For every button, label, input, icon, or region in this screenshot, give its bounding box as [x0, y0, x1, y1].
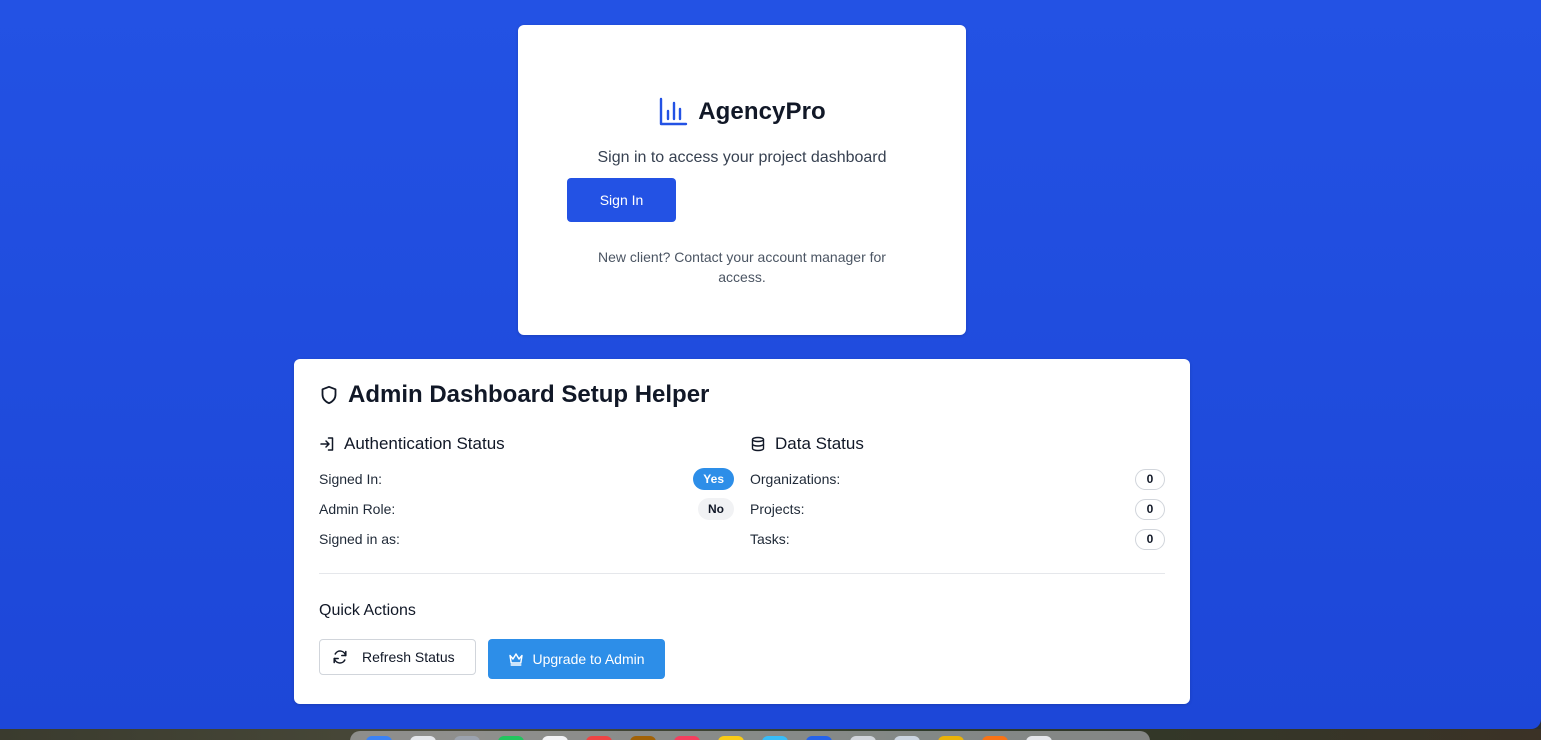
- sign-in-button[interactable]: Sign In: [567, 178, 676, 222]
- brand-name: AgencyPro: [698, 98, 826, 125]
- data-status-heading-text: Data Status: [775, 434, 864, 453]
- dock-app-icon[interactable]: [674, 736, 700, 740]
- dock-app-icon[interactable]: [762, 736, 788, 740]
- stat-label: Signed In:: [319, 471, 383, 487]
- projects-count-badge: 0: [1135, 498, 1165, 520]
- refresh-icon: [333, 650, 347, 664]
- dock-app-icon[interactable]: [938, 736, 964, 740]
- stat-label: Tasks:: [750, 531, 790, 547]
- signin-note: New client? Contact your account manager…: [598, 249, 886, 285]
- stat-row-admin-role: Admin Role: No: [319, 498, 734, 520]
- crown-icon: [509, 653, 524, 666]
- stat-label: Signed in as:: [319, 531, 400, 547]
- refresh-status-button[interactable]: Refresh Status: [319, 639, 476, 675]
- auth-status-section: Authentication Status Signed In: Yes Adm…: [319, 434, 734, 550]
- shield-icon: [321, 385, 337, 405]
- stat-row-signed-in: Signed In: Yes: [319, 468, 734, 490]
- organizations-count-badge: 0: [1135, 468, 1165, 490]
- auth-status-heading: Authentication Status: [319, 434, 734, 454]
- dock-app-icon[interactable]: [894, 736, 920, 740]
- auth-status-list: Signed In: Yes Admin Role: No Signed in …: [319, 468, 734, 550]
- bar-chart-icon: [659, 97, 688, 126]
- stat-label: Organizations:: [750, 471, 841, 487]
- dock-app-icon[interactable]: [410, 736, 436, 740]
- admin-helper-card: Admin Dashboard Setup Helper Authenticat…: [294, 359, 1190, 704]
- quick-actions-heading: Quick Actions: [319, 602, 416, 619]
- dock-app-icon[interactable]: [1026, 736, 1052, 740]
- dock-app-icon[interactable]: [586, 736, 612, 740]
- sign-in-icon: [320, 437, 334, 451]
- stat-row-signed-in-as: Signed in as:: [319, 528, 734, 550]
- signin-card: AgencyPro Sign in to access your project…: [518, 25, 966, 335]
- signin-subtitle: Sign in to access your project dashboard: [597, 149, 887, 166]
- upgrade-to-admin-button[interactable]: Upgrade to Admin: [488, 639, 665, 679]
- data-status-section: Data Status Organizations: 0 Projects: 0…: [750, 434, 1165, 550]
- dock-app-icon[interactable]: [542, 736, 568, 740]
- dock-app-icon[interactable]: [718, 736, 744, 740]
- stat-row-projects: Projects: 0: [750, 498, 1165, 520]
- dock-app-icon[interactable]: [498, 736, 524, 740]
- stat-row-organizations: Organizations: 0: [750, 468, 1165, 490]
- brand: AgencyPro: [518, 97, 966, 127]
- stat-label: Projects:: [750, 501, 805, 517]
- dock: [350, 731, 1150, 740]
- database-icon: [751, 436, 765, 452]
- dock-app-icon[interactable]: [850, 736, 876, 740]
- signed-in-badge: Yes: [693, 468, 734, 490]
- tasks-count-badge: 0: [1135, 528, 1165, 550]
- dock-app-icon[interactable]: [366, 736, 392, 740]
- data-status-list: Organizations: 0 Projects: 0 Tasks: 0: [750, 468, 1165, 550]
- dock-app-icon[interactable]: [982, 736, 1008, 740]
- dock-app-icon[interactable]: [454, 736, 480, 740]
- upgrade-to-admin-label: Upgrade to Admin: [532, 651, 645, 667]
- section-divider: [319, 573, 1165, 574]
- dock-app-icon[interactable]: [806, 736, 832, 740]
- dock-app-icon[interactable]: [630, 736, 656, 740]
- stat-label: Admin Role:: [319, 501, 396, 517]
- data-status-heading: Data Status: [750, 434, 1165, 454]
- admin-role-badge: No: [698, 498, 734, 520]
- admin-title-row: Admin Dashboard Setup Helper: [319, 381, 709, 409]
- admin-title: Admin Dashboard Setup Helper: [348, 381, 710, 408]
- refresh-status-label: Refresh Status: [362, 649, 455, 665]
- auth-status-heading-text: Authentication Status: [344, 434, 505, 453]
- stat-row-tasks: Tasks: 0: [750, 528, 1165, 550]
